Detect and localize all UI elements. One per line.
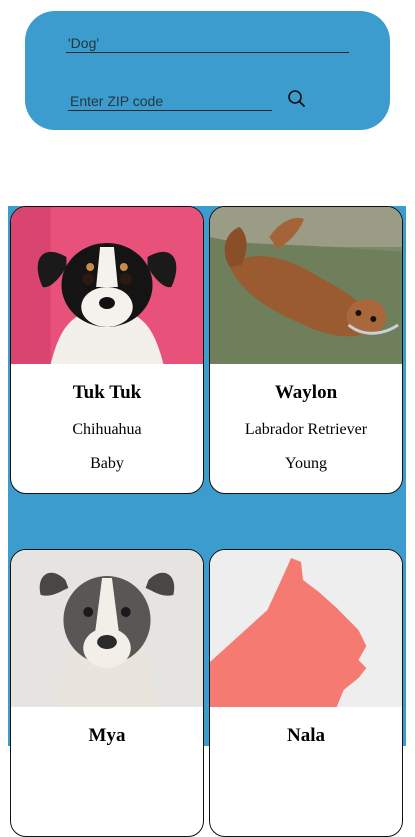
pet-card[interactable]: Tuk Tuk Chihuahua Baby <box>10 206 204 494</box>
pet-photo <box>11 207 203 364</box>
pet-breed: Labrador Retriever <box>244 421 368 438</box>
placeholder-animal-silhouette-icon <box>210 550 402 707</box>
pet-age: Young <box>285 455 327 472</box>
pet-card[interactable]: Mya <box>10 549 204 837</box>
pet-name: Mya <box>88 725 126 746</box>
pet-photo <box>11 550 203 707</box>
pet-photo <box>210 207 402 364</box>
pet-breed: Chihuahua <box>72 421 142 438</box>
pet-name: Waylon <box>274 382 338 403</box>
results-grid: Tuk Tuk Chihuahua Baby Waylon Labrador R… <box>8 206 406 837</box>
pet-card[interactable]: Nala <box>209 549 403 837</box>
search-button[interactable] <box>287 89 309 111</box>
pet-card[interactable]: Waylon Labrador Retriever Young <box>209 206 403 494</box>
search-panel <box>25 11 390 130</box>
search-icon <box>288 90 305 107</box>
zip-code-input[interactable] <box>68 91 272 111</box>
animal-type-input[interactable] <box>66 33 349 53</box>
pet-name: Tuk Tuk <box>72 382 142 403</box>
pet-name: Nala <box>287 725 325 746</box>
pet-age: Baby <box>90 455 124 472</box>
